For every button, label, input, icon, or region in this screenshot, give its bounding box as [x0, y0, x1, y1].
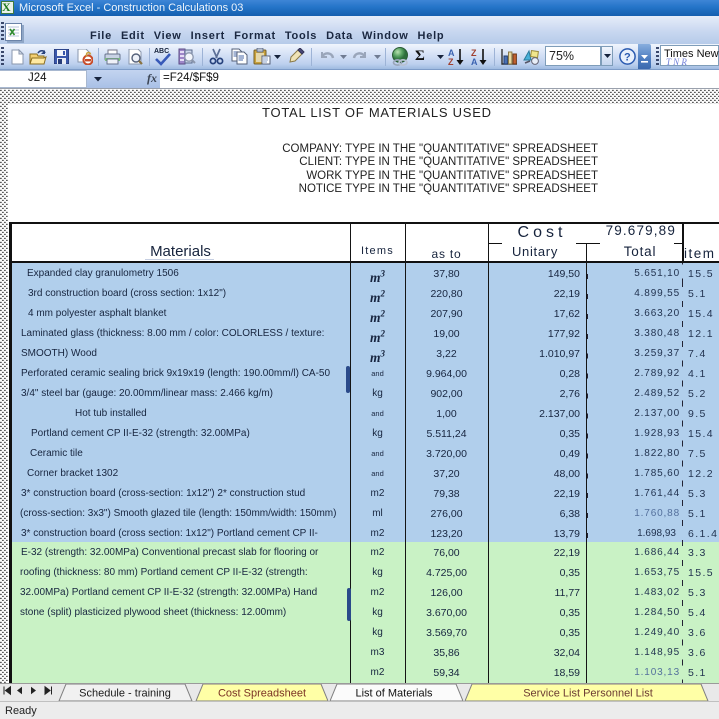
- svg-text:Schedule - training: Schedule - training: [79, 688, 171, 700]
- svg-text:Cost Spreadsheet: Cost Spreadsheet: [218, 688, 306, 700]
- svg-text:Service List Personnel List: Service List Personnel List: [523, 688, 653, 700]
- svg-text:Z: Z: [448, 57, 454, 66]
- svg-text:List of Materials: List of Materials: [355, 688, 433, 700]
- svg-text:A: A: [471, 57, 478, 66]
- svg-text:?: ?: [624, 52, 631, 64]
